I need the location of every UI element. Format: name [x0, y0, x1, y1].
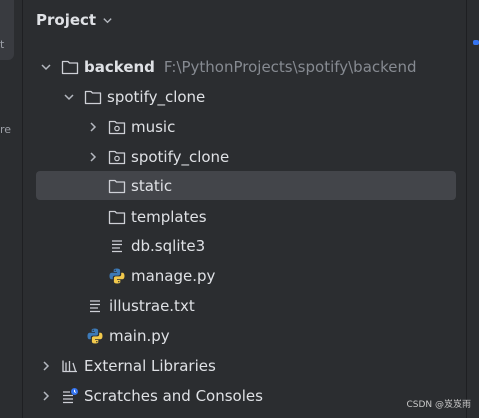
folder-icon	[108, 177, 126, 195]
python-file-icon	[86, 327, 104, 345]
chevron-right-icon[interactable]	[86, 120, 100, 134]
package-folder-icon	[108, 118, 126, 136]
python-file-icon	[108, 267, 126, 285]
tree-item-spotify-clone[interactable]: spotify_clone	[23, 82, 466, 112]
tree-item-music[interactable]: music	[23, 112, 466, 142]
tree-label: spotify_clone	[131, 148, 230, 166]
editor-strip	[467, 0, 479, 418]
chevron-down-icon[interactable]	[62, 90, 76, 104]
editor-marker	[473, 40, 479, 45]
strip-text-2: re	[0, 123, 12, 136]
folder-icon	[84, 88, 102, 106]
tree-label: manage.py	[131, 267, 216, 285]
project-header[interactable]: Project	[36, 8, 113, 32]
chevron-down-icon[interactable]	[102, 15, 113, 26]
tool-window-strip	[0, 0, 22, 418]
watermark: CSDN @岌岌雨	[406, 400, 471, 410]
tree-label: backend	[84, 58, 155, 76]
tree-item-scratches[interactable]: Scratches and Consoles	[23, 381, 466, 411]
tree-item-manage-py[interactable]: manage.py	[23, 261, 466, 291]
project-tool-tab[interactable]	[0, 0, 14, 60]
project-title: Project	[36, 11, 97, 29]
tree-label: music	[131, 118, 176, 136]
chevron-right-icon[interactable]	[86, 150, 100, 164]
tree-label: illustrae.txt	[109, 297, 195, 315]
text-file-icon	[86, 297, 104, 315]
chevron-right-icon[interactable]	[39, 389, 53, 403]
tree-item-main-py[interactable]: main.py	[23, 321, 466, 351]
tree-item-external-libraries[interactable]: External Libraries	[23, 351, 466, 381]
folder-icon	[61, 58, 79, 76]
package-folder-icon	[108, 148, 126, 166]
tree-item-db-sqlite3[interactable]: db.sqlite3	[23, 231, 466, 261]
folder-icon	[108, 208, 126, 226]
tree-label: db.sqlite3	[131, 237, 206, 255]
tree-label: main.py	[109, 327, 170, 345]
tree-item-illustrae-txt[interactable]: illustrae.txt	[23, 291, 466, 321]
chevron-down-icon[interactable]	[39, 60, 53, 74]
library-icon	[61, 357, 79, 375]
strip-text-1: t	[0, 38, 5, 51]
tree-label: Scratches and Consoles	[84, 387, 263, 405]
project-path: F:\PythonProjects\spotify\backend	[163, 58, 417, 76]
tree-label: spotify_clone	[107, 88, 206, 106]
tree-label: templates	[131, 208, 207, 226]
tree-item-templates[interactable]: templates	[23, 202, 466, 232]
text-file-icon	[108, 237, 126, 255]
tree-item-backend[interactable]: backend F:\PythonProjects\spotify\backen…	[23, 52, 466, 82]
tree-label: static	[131, 177, 173, 195]
tree-item-spotify-clone-package[interactable]: spotify_clone	[23, 142, 466, 172]
tree-label: External Libraries	[84, 357, 216, 375]
chevron-right-icon[interactable]	[39, 359, 53, 373]
tree-item-static[interactable]: static	[23, 171, 466, 201]
scratches-icon	[61, 387, 79, 405]
